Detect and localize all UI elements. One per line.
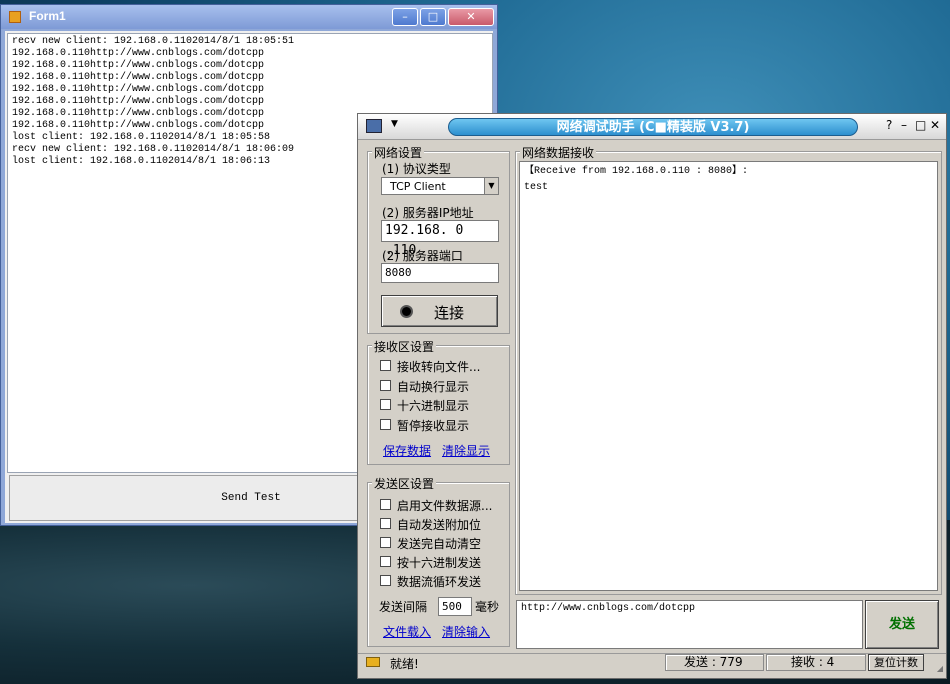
receive-line: 【Receive from 192.168.0.110 : 8080】: [524, 166, 749, 177]
protocol-label: (1) 协议类型 [382, 162, 451, 176]
resize-grip-icon[interactable]: ◢ [937, 664, 943, 673]
connection-status-icon [400, 305, 413, 318]
received-count: 接收 : 4 [766, 654, 866, 671]
server-port-label: (2) 服务器端口 [382, 249, 463, 263]
log-line: 192.168.0.110http://www.cnblogs.com/dotc… [12, 72, 265, 83]
clear-display-link[interactable]: 清除显示 [442, 442, 490, 459]
form-app-icon [9, 11, 21, 23]
connect-button-label: 连接 [434, 304, 465, 322]
maximize-button[interactable]: □ [420, 8, 446, 26]
server-ip-field[interactable]: 192.168. 0 .110 [381, 220, 499, 258]
close-button[interactable]: ✕ [930, 118, 940, 132]
sent-count-text: 发送 : 779 [684, 655, 743, 669]
hex-send-label: 按十六进制发送 [397, 556, 482, 570]
send-interval-label: 发送间隔 [379, 600, 428, 614]
connect-button[interactable]: 连接 [381, 295, 498, 327]
received-count-text: 接收 : 4 [791, 655, 835, 669]
protocol-select-value: TCP Client [390, 180, 446, 193]
pause-receive-checkbox[interactable] [380, 419, 391, 430]
form1-titlebar[interactable]: Form1 – □ ✕ [1, 5, 497, 29]
hex-send-checkbox[interactable] [380, 556, 391, 567]
hand-pointer-icon [366, 657, 380, 667]
protocol-select[interactable]: TCP Client ▼ [381, 177, 499, 195]
send-textarea[interactable]: http://www.cnblogs.com/dotcpp [516, 600, 863, 649]
chevron-down-icon[interactable]: ▼ [484, 178, 498, 194]
close-button[interactable]: ✕ [448, 8, 494, 26]
append-bit-checkbox[interactable] [380, 518, 391, 529]
log-line: recv new client: 192.168.0.1102014/8/1 1… [12, 36, 295, 47]
help-button[interactable]: ? [886, 118, 892, 132]
net-assistant-window: ▼ 网络调试助手 (C■精装版 V3.7) ? – □ ✕ 网络设置 (1) 协… [357, 113, 947, 679]
form1-title: Form1 [29, 9, 66, 23]
send-settings-legend: 发送区设置 [372, 475, 437, 492]
auto-clear-label: 发送完自动清空 [397, 537, 482, 551]
minimize-button[interactable]: – [392, 8, 418, 26]
auto-wrap-checkbox[interactable] [380, 380, 391, 391]
hex-display-checkbox[interactable] [380, 399, 391, 410]
pause-receive-label: 暂停接收显示 [397, 419, 470, 433]
system-menu-icon[interactable] [366, 119, 382, 133]
append-bit-label: 自动发送附加位 [397, 518, 482, 532]
log-line: 192.168.0.110http://www.cnblogs.com/dotc… [12, 84, 265, 95]
reset-count-button[interactable]: 复位计数 [868, 654, 924, 671]
status-ready: 就绪! [390, 657, 419, 671]
net-titlebar[interactable]: ▼ 网络调试助手 (C■精装版 V3.7) ? – □ ✕ [358, 114, 946, 140]
receive-textarea[interactable]: 【Receive from 192.168.0.110 : 8080】: tes… [519, 161, 938, 591]
receive-line: test [524, 182, 549, 193]
receive-data-legend: 网络数据接收 [520, 144, 597, 161]
log-line: 192.168.0.110http://www.cnblogs.com/dotc… [12, 48, 265, 59]
send-interval-unit: 毫秒 [475, 600, 500, 614]
log-line: 192.168.0.110http://www.cnblogs.com/dotc… [12, 60, 265, 71]
auto-clear-checkbox[interactable] [380, 537, 391, 548]
net-window-title: 网络调试助手 (C■精装版 V3.7) [448, 118, 858, 136]
server-port-field[interactable]: 8080 [381, 263, 499, 283]
hex-display-label: 十六进制显示 [397, 399, 470, 413]
network-settings-legend: 网络设置 [372, 144, 425, 161]
receive-to-file-label: 接收转向文件... [397, 360, 481, 374]
maximize-button[interactable]: □ [915, 118, 926, 132]
server-ip-label: (2) 服务器IP地址 [382, 206, 474, 220]
file-source-checkbox[interactable] [380, 499, 391, 510]
send-button[interactable]: 发送 [865, 600, 939, 649]
file-source-label: 启用文件数据源... [397, 499, 493, 513]
send-interval-field[interactable]: 500 [438, 597, 472, 616]
auto-wrap-label: 自动换行显示 [397, 380, 470, 394]
save-data-link[interactable]: 保存数据 [383, 442, 431, 459]
clear-input-link[interactable]: 清除输入 [442, 623, 490, 640]
load-file-link[interactable]: 文件载入 [383, 623, 431, 640]
loop-send-label: 数据流循环发送 [397, 575, 482, 589]
log-line: 192.168.0.110http://www.cnblogs.com/dotc… [12, 96, 265, 107]
minimize-button[interactable]: – [901, 118, 907, 132]
receive-to-file-checkbox[interactable] [380, 360, 391, 371]
chevron-down-icon[interactable]: ▼ [391, 119, 398, 129]
sent-count: 发送 : 779 [665, 654, 764, 671]
loop-send-checkbox[interactable] [380, 575, 391, 586]
receive-settings-legend: 接收区设置 [372, 338, 437, 355]
